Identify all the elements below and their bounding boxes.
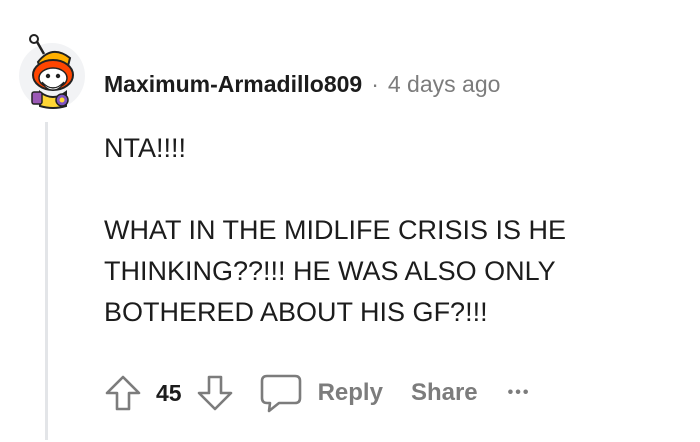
vote-count: 45 — [156, 379, 182, 406]
thread-line — [45, 122, 48, 440]
comment-paragraph: NTA!!!! — [104, 133, 187, 163]
comment-actions: 45 Reply Share ••• — [100, 368, 530, 418]
comment-header: Maximum-Armadillo809 · 4 days ago — [104, 66, 500, 102]
downvote-arrow-icon — [197, 375, 232, 411]
comment-button[interactable] — [256, 370, 306, 416]
username-link[interactable]: Maximum-Armadillo809 — [104, 71, 362, 98]
reply-button[interactable]: Reply — [318, 379, 383, 407]
comment-bubble-icon — [260, 374, 301, 413]
avatar[interactable] — [18, 32, 88, 112]
header-separator: · — [371, 70, 379, 97]
timestamp[interactable]: 4 days ago — [388, 71, 501, 98]
upvote-button[interactable] — [100, 370, 146, 416]
more-options-icon[interactable]: ••• — [508, 384, 531, 402]
comment-paragraph: WHAT IN THE MIDLIFE CRISIS IS HE THINKIN… — [104, 215, 567, 327]
comment-body: NTA!!!! WHAT IN THE MIDLIFE CRISIS IS HE… — [104, 128, 684, 333]
downvote-button[interactable] — [192, 370, 238, 416]
share-button[interactable]: Share — [411, 379, 478, 407]
avatar-icon — [19, 34, 85, 109]
upvote-arrow-icon — [105, 375, 141, 411]
